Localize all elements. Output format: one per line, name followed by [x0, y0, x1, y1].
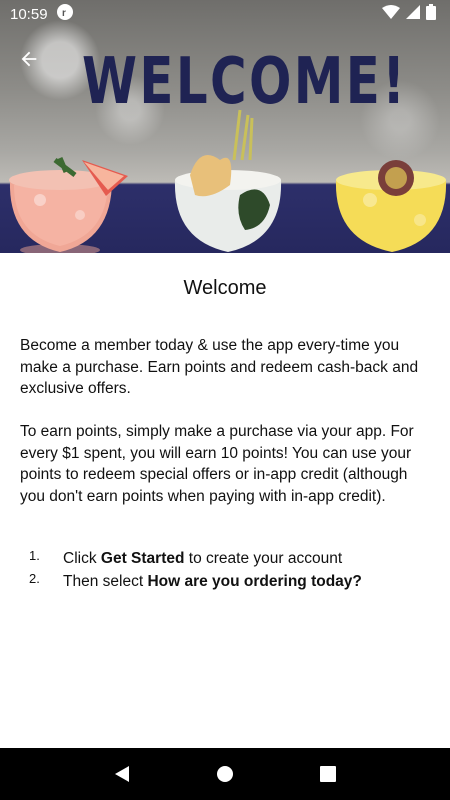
list-item: 1. Click Get Started to create your acco… [20, 547, 432, 570]
system-nav-bar [0, 748, 450, 800]
nav-home-button[interactable] [210, 759, 240, 789]
nav-recents-button[interactable] [313, 759, 343, 789]
page-title: Welcome [183, 277, 267, 299]
recents-square-icon [320, 766, 337, 782]
welcome-screen: 10:59 r WELCOME! Welcome Become a member… [0, 0, 450, 800]
back-button[interactable] [14, 44, 44, 74]
step-highlight: How are you ordering today? [147, 573, 362, 590]
step-prefix: Click [63, 550, 101, 567]
step-suffix: to create your account [184, 550, 343, 567]
battery-icon [426, 4, 436, 24]
step-number: 1. [29, 548, 40, 563]
cocktail-glasses-image [9, 109, 447, 253]
intro-paragraph: Become a member today & use the app ever… [20, 337, 419, 397]
list-item: 2. Then select How are you ordering toda… [20, 570, 432, 593]
content-area: Welcome Become a member today & use the … [0, 253, 450, 748]
points-paragraph: To earn points, simply make a purchase v… [20, 423, 414, 505]
home-circle-icon [216, 766, 233, 782]
nav-back-button[interactable] [107, 759, 137, 789]
step-highlight: Get Started [100, 550, 185, 567]
step-number: 2. [29, 571, 40, 586]
step-prefix: Then select [63, 573, 148, 590]
steps-list: 1. Click Get Started to create your acco… [20, 547, 432, 593]
app-notification-icon: r [56, 3, 74, 25]
wifi-icon [382, 5, 400, 23]
arrow-back-icon [21, 51, 37, 67]
signal-icon [406, 5, 420, 23]
status-bar: 10:59 r [0, 0, 450, 28]
back-triangle-icon [114, 766, 129, 782]
hero-image: 10:59 r WELCOME! [0, 0, 450, 253]
svg-text:r: r [62, 8, 66, 19]
status-time: 10:59 [10, 5, 48, 23]
welcome-banner-text: WELCOME! [82, 45, 408, 119]
